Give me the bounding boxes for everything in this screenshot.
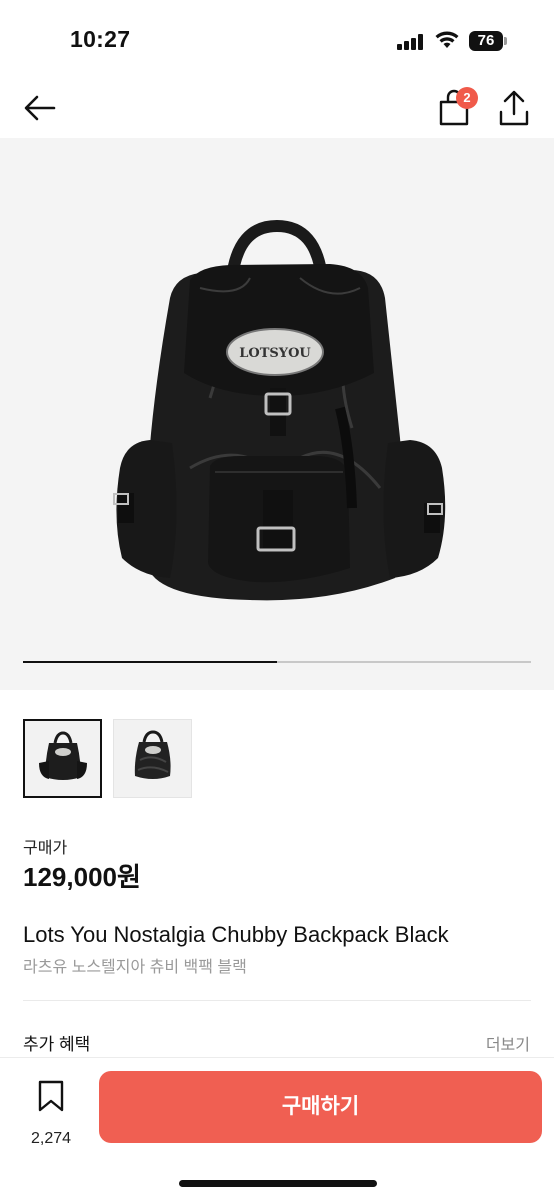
backpack-image: LOTSYOU (113, 219, 446, 601)
battery-level: 76 (469, 31, 503, 51)
product-name-en: Lots You Nostalgia Chubby Backpack Black (23, 922, 449, 947)
benefits-more-link[interactable]: 더보기 (486, 1031, 530, 1055)
divider (23, 1000, 531, 1001)
status-bar: 10:27 76 (0, 0, 554, 80)
thumbnail-2[interactable] (113, 719, 192, 798)
wifi-icon (435, 31, 459, 48)
bottom-action-bar: 2,274 구매하기 (0, 1058, 554, 1200)
buy-button[interactable]: 구매하기 (99, 1071, 542, 1143)
benefits-title: 추가 혜택 (23, 1035, 91, 1054)
backpack-thumbnail-image (134, 730, 171, 779)
bookmark-icon (38, 1080, 64, 1112)
backpack-thumbnail-image (39, 731, 87, 780)
home-indicator (179, 1180, 377, 1187)
wishlist-button[interactable]: 2,274 (18, 1078, 82, 1148)
product-name-ko: 라츠유 노스텔지아 츄비 백팩 블랙 (23, 959, 247, 976)
share-icon[interactable] (496, 88, 532, 128)
wishlist-count: 2,274 (30, 1130, 72, 1147)
product-image-carousel[interactable]: LOTSYOU (0, 138, 554, 690)
cellular-signal-icon (397, 34, 423, 50)
status-time: 10:27 (70, 26, 131, 52)
product-price: 129,000원 (23, 862, 141, 892)
thumbnail-1[interactable] (23, 719, 102, 798)
price-label: 구매가 (23, 840, 68, 857)
back-arrow-icon[interactable] (22, 90, 58, 126)
backpack-logo-text: LOTSYOU (239, 346, 311, 361)
carousel-progress-fill (23, 661, 277, 663)
battery-icon: 76 (469, 31, 507, 51)
cart-count-badge: 2 (456, 87, 478, 109)
carousel-progress (23, 661, 531, 663)
